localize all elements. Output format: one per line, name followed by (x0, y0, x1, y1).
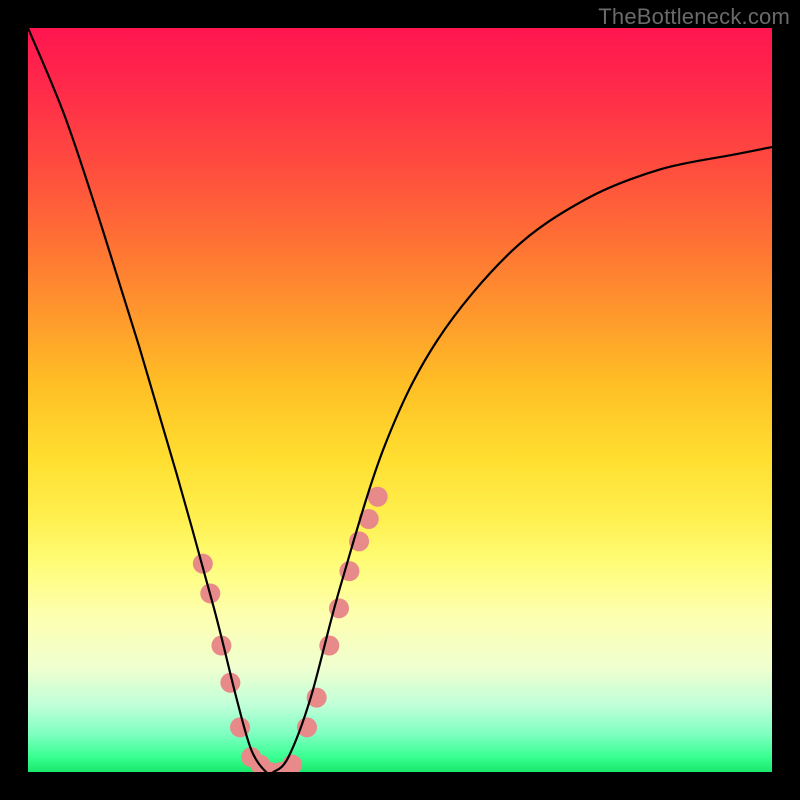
chart-frame: TheBottleneck.com (0, 0, 800, 800)
marker-layer (193, 487, 388, 772)
bottleneck-curve (28, 28, 772, 772)
watermark-text: TheBottleneck.com (598, 4, 790, 30)
curve-svg (28, 28, 772, 772)
plot-area (28, 28, 772, 772)
highlight-dot (368, 487, 388, 507)
